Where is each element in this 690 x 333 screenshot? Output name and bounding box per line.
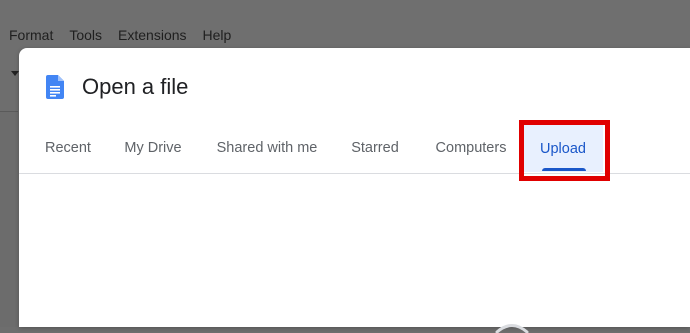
tab-computers[interactable]: Computers <box>423 122 519 173</box>
tab-shared-with-me[interactable]: Shared with me <box>205 122 329 173</box>
tab-upload[interactable]: Upload <box>523 125 603 172</box>
tab-label: My Drive <box>124 139 182 156</box>
menu-help: Help <box>202 27 232 43</box>
menu-tools: Tools <box>69 27 103 43</box>
loading-spinner-icon <box>495 324 529 333</box>
dialog-header: Open a file <box>19 48 690 128</box>
upload-content-area <box>19 174 690 333</box>
tab-starred[interactable]: Starred <box>341 122 409 173</box>
tab-bar: Recent My Drive Shared with me Starred C… <box>19 122 690 174</box>
tab-label: Computers <box>435 139 507 156</box>
tab-label: Recent <box>45 139 91 156</box>
tab-label: Shared with me <box>216 139 318 156</box>
background-menu: Format Tools Extensions Help <box>9 26 247 44</box>
tab-recent[interactable]: Recent <box>33 122 103 173</box>
background-document-area <box>0 112 18 327</box>
caret-down-icon <box>11 71 19 76</box>
tab-label: Upload <box>540 140 586 157</box>
tab-label: Starred <box>351 139 399 156</box>
active-tab-indicator <box>542 168 586 171</box>
menu-extensions: Extensions <box>118 27 187 43</box>
dialog-title: Open a file <box>82 74 189 99</box>
menu-format: Format <box>9 27 54 43</box>
google-docs-icon <box>46 75 64 99</box>
tab-my-drive[interactable]: My Drive <box>113 122 193 173</box>
open-file-dialog: Open a file Recent My Drive Shared with … <box>19 48 690 333</box>
